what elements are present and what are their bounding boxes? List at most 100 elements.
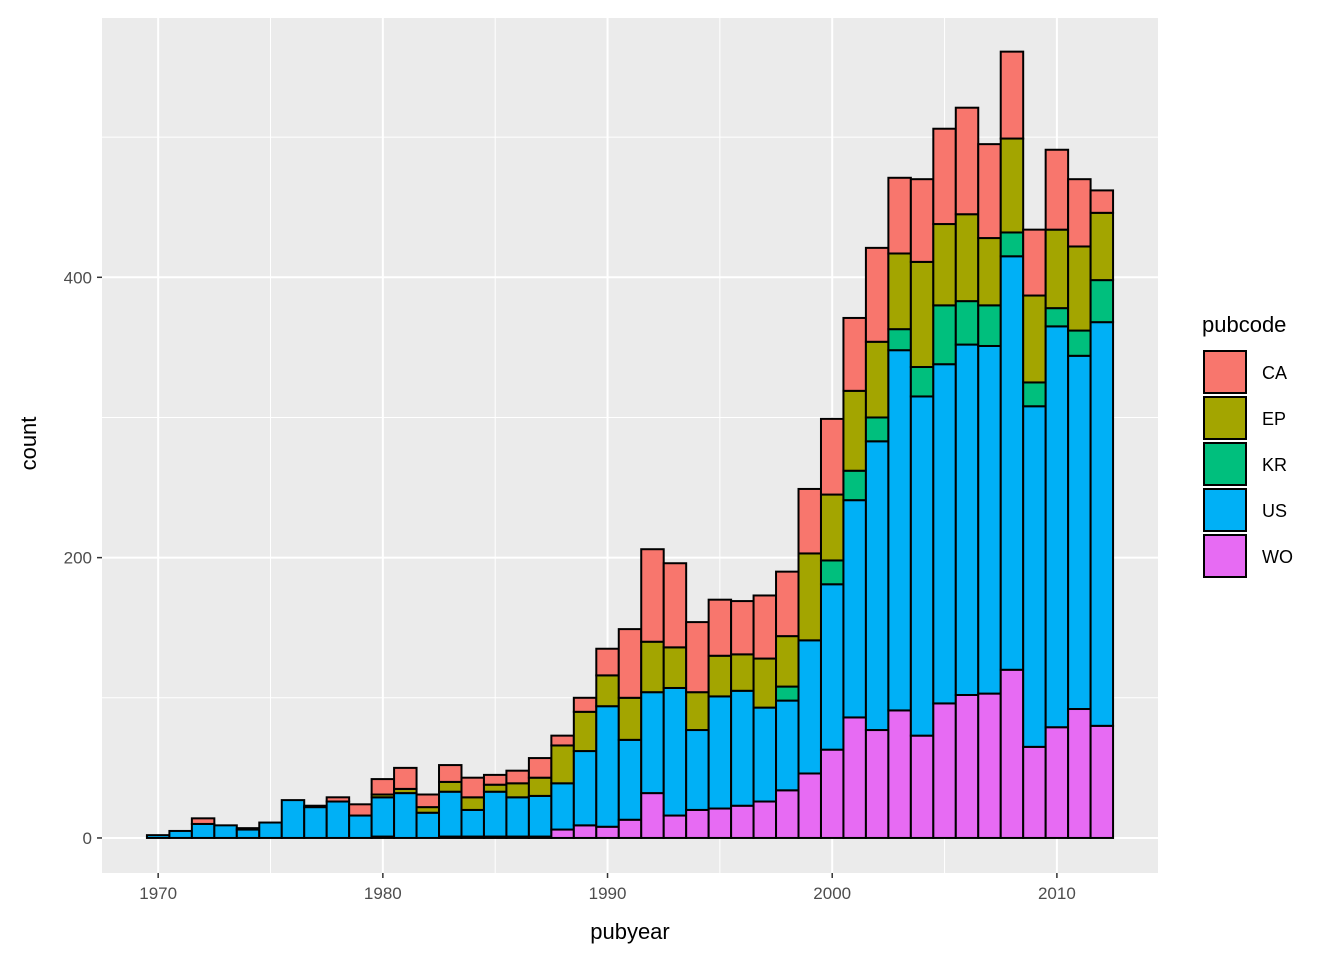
bar-segment-kr-2010 [1044, 307, 1070, 328]
bar-segment-ca-2001 [842, 316, 867, 392]
bar-segment-ca-1982 [415, 793, 441, 809]
bar-segment-ep-1987 [527, 776, 553, 797]
bar-segment-ca-2005 [932, 127, 957, 226]
bar-segment-wo-1997 [752, 800, 778, 839]
bar-segment-us-1983 [438, 790, 463, 838]
bar-segment-kr-2009 [1022, 381, 1047, 408]
bar-segment-ca-2010 [1044, 148, 1070, 231]
bar-segment-us-1971 [168, 829, 193, 839]
bar-segment-ca-1990 [595, 647, 620, 677]
bar-segment-ep-1984 [460, 796, 485, 811]
bar-segment-ca-1988 [550, 734, 575, 747]
bar-segment-wo-1988 [550, 828, 575, 839]
bar-segment-ep-1986 [505, 782, 530, 799]
legend-label-ep: EP [1262, 409, 1286, 429]
bar-segment-ca-2006 [954, 106, 980, 216]
bar-segment-us-1993 [662, 686, 688, 817]
bar-segment-us-1999 [797, 639, 822, 775]
bar-segment-ca-1981 [393, 766, 418, 790]
bar-segment-ca-1995 [707, 598, 733, 657]
bar-segment-us-2011 [1067, 354, 1092, 711]
bar-segment-us-1985 [482, 790, 508, 838]
bar-segment-ca-1979 [348, 803, 373, 817]
bar-segment-ca-1977 [303, 804, 328, 809]
bar-segment-wo-1992 [640, 792, 665, 839]
bar-segment-ep-1995 [707, 654, 733, 698]
legend-label-us: US [1262, 501, 1287, 521]
bar-segment-ca-1989 [572, 696, 598, 713]
bar-segment-ep-2001 [842, 389, 867, 472]
bar-segment-ep-2007 [977, 237, 1002, 307]
bar-segment-wo-1995 [707, 807, 733, 839]
bar-segment-wo-1994 [685, 808, 710, 839]
bar-segment-us-1998 [775, 699, 800, 792]
bar-segment-ca-1994 [685, 621, 710, 694]
bar-segment-wo-1989 [572, 824, 598, 839]
x-tick-label: 1980 [364, 884, 402, 903]
bar-segment-us-1986 [505, 796, 530, 838]
bar-segment-us-1996 [730, 689, 755, 807]
bar-segment-ca-2008 [999, 50, 1025, 140]
y-axis-title: count [16, 417, 41, 471]
bar-segment-us-1970 [145, 834, 171, 839]
bar-segment-us-1989 [572, 750, 598, 827]
bar-segment-kr-2000 [819, 559, 845, 586]
bar-segment-ep-1997 [752, 657, 778, 709]
bar-segment-us-2009 [1022, 405, 1047, 748]
bar-segment-us-1973 [213, 824, 238, 839]
bar-segment-wo-1993 [662, 814, 688, 839]
y-axis: 0 200 400 [64, 268, 102, 848]
bar-segment-wo-1990 [595, 825, 620, 839]
bar-segment-us-1981 [393, 792, 418, 839]
bar-segment-ep-1991 [617, 696, 643, 741]
bar-segment-ep-2003 [887, 252, 912, 331]
bar-segment-wo-2012 [1089, 724, 1115, 839]
bar-segment-ca-1993 [662, 562, 688, 649]
legend-key-kr [1203, 442, 1247, 486]
bar-segment-us-1984 [460, 808, 485, 838]
bar-segment-wo-2003 [887, 709, 912, 839]
bar-segment-us-1975 [258, 821, 283, 839]
legend-label-ca: CA [1262, 363, 1287, 383]
bar-segment-kr-2001 [842, 469, 867, 502]
bar-segment-kr-2002 [864, 416, 890, 443]
bar-segment-wo-2009 [1022, 745, 1047, 839]
legend-title: pubcode [1202, 312, 1286, 337]
bar-segment-ep-2012 [1089, 211, 1115, 282]
bar-segment-ca-1984 [460, 776, 485, 799]
bar-segment-kr-2005 [932, 304, 957, 366]
legend-key-wo [1203, 534, 1247, 578]
bar-segment-us-2003 [887, 349, 912, 712]
bar-segment-us-1974 [235, 828, 261, 839]
bar-segment-ca-1999 [797, 487, 822, 555]
bar-segment-ca-2009 [1022, 228, 1047, 297]
bar-segment-us-1990 [595, 705, 620, 828]
bar-segment-ca-1991 [617, 628, 643, 699]
bar-segment-ep-2002 [864, 340, 890, 419]
bar-segment-kr-2006 [954, 300, 980, 346]
bar-segment-ep-1994 [685, 691, 710, 732]
bar-segment-us-1980 [370, 796, 396, 838]
bar-segment-us-1977 [303, 806, 328, 839]
bar-segment-ca-2012 [1089, 189, 1115, 214]
bar-segment-us-2010 [1044, 325, 1070, 729]
bar-segment-ep-2004 [909, 260, 935, 369]
bar-segment-us-1994 [685, 729, 710, 811]
bar-segment-ep-1990 [595, 674, 620, 708]
legend-key-ca [1203, 350, 1247, 394]
bar-segment-kr-2003 [887, 328, 912, 352]
bar-segment-wo-2004 [909, 734, 935, 839]
bar-segment-wo-2000 [819, 748, 845, 839]
legend-key-ep [1203, 396, 1247, 440]
bar-segment-ep-2005 [932, 223, 957, 307]
y-tick-label: 200 [64, 549, 92, 568]
bar-segment-ep-2010 [1044, 228, 1070, 310]
bar-segment-ca-1972 [190, 817, 216, 825]
bar-segment-ep-1993 [662, 646, 688, 689]
bar-segment-wo-2007 [977, 692, 1002, 839]
y-tick-label: 400 [64, 268, 92, 287]
x-axis-title: pubyear [590, 919, 670, 944]
bar-segment-wo-1998 [775, 789, 800, 839]
bar-segment-wo-2002 [864, 729, 890, 839]
bar-segment-ep-1985 [482, 783, 508, 793]
